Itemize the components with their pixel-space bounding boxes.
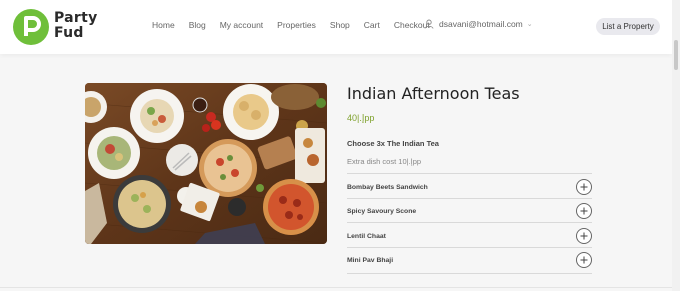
add-option-button[interactable]	[576, 228, 592, 244]
add-option-button[interactable]	[576, 252, 592, 268]
plus-icon	[580, 207, 588, 215]
plus-icon	[580, 183, 588, 191]
divider	[347, 273, 592, 274]
plus-icon	[580, 232, 588, 240]
add-option-button[interactable]	[576, 203, 592, 219]
add-option-button[interactable]	[576, 179, 592, 195]
food-table-photo	[85, 83, 327, 244]
choose-label: Choose 3x The Indian Tea	[347, 139, 439, 148]
page-divider	[0, 287, 672, 288]
p-letter-icon	[13, 9, 49, 45]
product-price: 40|.إpp	[347, 113, 375, 123]
user-icon	[424, 19, 434, 29]
option-label: Lentil Chaat	[347, 233, 386, 240]
nav-properties[interactable]: Properties	[277, 20, 316, 30]
chevron-down-icon: ⌄	[526, 21, 533, 28]
user-email: dsavani@hotmail.com	[439, 19, 523, 29]
divider	[347, 198, 592, 199]
user-menu[interactable]: dsavani@hotmail.com ⌄	[424, 19, 533, 29]
scrollbar-thumb[interactable]	[674, 40, 678, 70]
nav-shop[interactable]: Shop	[330, 20, 350, 30]
divider	[347, 247, 592, 248]
option-label: Bombay Beets Sandwich	[347, 184, 428, 191]
extra-cost-label: Extra dish cost 10|.إpp	[347, 157, 422, 166]
nav-blog[interactable]: Blog	[189, 20, 206, 30]
nav-my-account[interactable]: My account	[220, 20, 263, 30]
option-row: Spicy Savoury Scone	[347, 203, 592, 223]
plus-icon	[580, 256, 588, 264]
list-property-button[interactable]: List a Property	[596, 18, 660, 35]
product-image	[85, 83, 327, 244]
product-title: Indian Afternoon Teas	[347, 84, 520, 103]
option-row: Bombay Beets Sandwich	[347, 179, 592, 199]
brand-name-line2: Fud	[54, 25, 84, 41]
divider	[347, 222, 592, 223]
page-scrollbar[interactable]	[672, 0, 680, 291]
site-header: Party Fud Home Blog My account Propertie…	[0, 0, 672, 54]
main-nav: Home Blog My account Properties Shop Car…	[152, 20, 444, 30]
brand-logo[interactable]: Party Fud	[13, 9, 109, 45]
brand-name: Party Fud	[54, 11, 98, 41]
option-label: Spicy Savoury Scone	[347, 208, 417, 215]
nav-home[interactable]: Home	[152, 20, 175, 30]
brand-name-line1: Party	[54, 10, 98, 26]
option-label: Mini Pav Bhaji	[347, 257, 394, 264]
option-row: Mini Pav Bhaji	[347, 252, 592, 272]
nav-cart[interactable]: Cart	[364, 20, 380, 30]
option-row: Lentil Chaat	[347, 228, 592, 248]
divider	[347, 173, 592, 174]
